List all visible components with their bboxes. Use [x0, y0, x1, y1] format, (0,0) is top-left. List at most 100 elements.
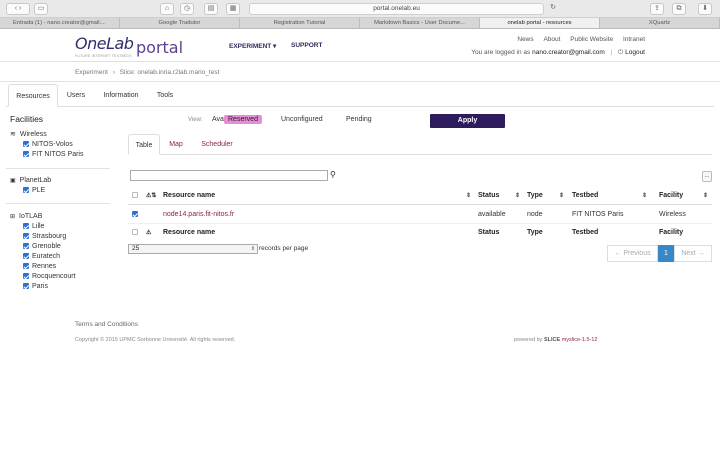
- browser-tab[interactable]: Markdown Basics - User Docume...: [360, 18, 480, 28]
- tab-users[interactable]: Users: [60, 84, 92, 107]
- nav-experiment[interactable]: EXPERIMENT ▾: [229, 42, 276, 50]
- tab-resources[interactable]: Resources: [8, 84, 58, 107]
- facility-item-label: PLE: [32, 186, 46, 194]
- facility-item-label: Euratech: [32, 252, 61, 260]
- records-per-page-select[interactable]: 25 ⇕: [128, 244, 258, 254]
- facility-item-strasbourg[interactable]: Strasbourg: [23, 231, 76, 241]
- user-email[interactable]: nano.creator@gmail.com: [532, 49, 605, 56]
- facility-item-euratech[interactable]: Euratech: [23, 251, 76, 261]
- checkbox-checked[interactable]: [23, 243, 29, 249]
- col-type[interactable]: Type: [527, 187, 543, 205]
- footer-col-type: Type: [527, 229, 543, 236]
- footer-col-testbed: Testbed: [572, 229, 599, 236]
- subtab-table[interactable]: Table: [128, 134, 160, 155]
- sort-icon[interactable]: ⇕: [466, 187, 471, 205]
- facility-item-fit-nitos-paris[interactable]: FIT NITOS Paris: [23, 149, 83, 159]
- checkbox-checked[interactable]: [23, 151, 29, 157]
- search-icon[interactable]: ⚲: [330, 170, 336, 179]
- tabs-overview-icon[interactable]: ⧉: [672, 3, 686, 15]
- browser-tab[interactable]: Registration Tutorial: [240, 18, 360, 28]
- print-icon[interactable]: ▤: [204, 3, 218, 15]
- table-row[interactable]: node14.paris.fit-nitos.fr available node…: [128, 206, 712, 224]
- footer-checkbox: [132, 224, 138, 242]
- col-facility[interactable]: Facility: [659, 187, 683, 205]
- checkbox-checked[interactable]: [23, 273, 29, 279]
- address-bar[interactable]: portal.onelab.eu: [249, 3, 544, 15]
- user-line: You are logged in as nano.creator@gmail.…: [471, 49, 645, 57]
- sort-icon[interactable]: ⇕: [642, 187, 647, 205]
- tab-tools[interactable]: Tools: [150, 84, 180, 107]
- subtab-scheduler[interactable]: Scheduler: [194, 134, 240, 155]
- reload-icon[interactable]: ↻: [548, 3, 558, 15]
- share-icon[interactable]: ⇪: [650, 3, 664, 15]
- top-link-intranet[interactable]: Intranet: [623, 36, 645, 43]
- footer-col-facility: Facility: [659, 229, 684, 236]
- nav-support[interactable]: SUPPORT: [291, 42, 322, 49]
- view-unconfigured[interactable]: Unconfigured: [281, 116, 323, 123]
- table-search-input[interactable]: [130, 170, 328, 181]
- previous-page-button[interactable]: ← Previous: [607, 245, 658, 262]
- copyright: Copyright © 2015 UPMC Sorbonne Universit…: [75, 337, 236, 343]
- apply-button[interactable]: Apply: [430, 114, 505, 128]
- grid-icon[interactable]: ▦: [226, 3, 240, 15]
- column-options-button[interactable]: ...: [702, 171, 712, 182]
- warning-icon: ⚠⇅: [146, 193, 157, 199]
- breadcrumb-divider: [0, 81, 720, 82]
- facility-item-ple[interactable]: PLE: [23, 185, 51, 195]
- facility-item-rennes[interactable]: Rennes: [23, 261, 76, 271]
- checkbox-checked[interactable]: [23, 283, 29, 289]
- sort-icon[interactable]: ⇕: [515, 187, 520, 205]
- facility-item-paris[interactable]: Paris: [23, 281, 76, 291]
- resource-name-link[interactable]: node14.paris.fit-nitos.fr: [163, 206, 234, 224]
- browser-tab[interactable]: Entrada (1) - nano.creator@gmail....: [0, 18, 120, 28]
- checkbox-checked[interactable]: [23, 141, 29, 147]
- history-icon[interactable]: ◷: [180, 3, 194, 15]
- facility-item-nitos-volos[interactable]: NITOS-Volos: [23, 139, 83, 149]
- select-all-checkbox[interactable]: [132, 187, 138, 205]
- browser-toolbar: ‹ › ▭ ⌂ ◷ ▤ ▦ portal.onelab.eu ↻ ⇪ ⧉ ⬇: [0, 0, 720, 18]
- checkbox-checked[interactable]: [23, 233, 29, 239]
- checkbox-checked[interactable]: [23, 187, 29, 193]
- sort-icon[interactable]: ⇕: [559, 187, 564, 205]
- browser-tab-active[interactable]: onelab portal - resources: [480, 18, 600, 28]
- top-link-about[interactable]: About: [543, 36, 560, 43]
- checkbox-checked[interactable]: [23, 253, 29, 259]
- sort-icon[interactable]: ⇕: [703, 187, 708, 205]
- col-testbed[interactable]: Testbed: [572, 187, 598, 205]
- back-forward-buttons[interactable]: ‹ ›: [6, 3, 30, 15]
- myslice-logo[interactable]: SLICE: [544, 337, 560, 343]
- breadcrumb-root[interactable]: Experiment: [75, 69, 108, 76]
- view-pending[interactable]: Pending: [346, 116, 372, 123]
- next-page-button[interactable]: Next →: [674, 245, 712, 262]
- subtab-map[interactable]: Map: [164, 134, 188, 155]
- logout-link[interactable]: Logout: [625, 49, 645, 56]
- onelab-logo[interactable]: OneLab portal FUTURE INTERNET TESTBEDS: [75, 34, 183, 58]
- terms-link[interactable]: Terms and Conditions: [75, 321, 138, 328]
- top-link-public-website[interactable]: Public Website: [570, 36, 613, 43]
- version-link[interactable]: myslice-1.5-12: [562, 337, 598, 343]
- view-reserved[interactable]: Reserved: [224, 115, 262, 124]
- checkbox-checked[interactable]: [23, 263, 29, 269]
- facility-item-rocquencourt[interactable]: Rocquencourt: [23, 271, 76, 281]
- tab-information[interactable]: Information: [96, 84, 146, 107]
- col-resource-name[interactable]: Resource name: [163, 187, 215, 205]
- browser-tab[interactable]: Google Tradutor: [120, 18, 240, 28]
- facility-item-lille[interactable]: Lille: [23, 221, 76, 231]
- browser-tab[interactable]: XQuartz: [600, 18, 720, 28]
- facilities-title: Facilities: [10, 114, 44, 124]
- checkbox-checked[interactable]: [23, 223, 29, 229]
- facility-item-label: NITOS-Volos: [32, 140, 73, 148]
- home-icon[interactable]: ⌂: [160, 3, 174, 15]
- page-1-button[interactable]: 1: [658, 245, 674, 262]
- row-checkbox-checked[interactable]: [132, 206, 138, 224]
- download-icon[interactable]: ⬇: [698, 3, 712, 15]
- planetlab-icon: ▣: [10, 177, 16, 184]
- sidebar-divider: [6, 168, 110, 169]
- col-status[interactable]: Status: [478, 187, 499, 205]
- facility-item-grenoble[interactable]: Grenoble: [23, 241, 76, 251]
- facility-group-wireless: ≋ Wireless NITOS-Volos FIT NITOS Paris: [10, 129, 83, 159]
- sidebar-toggle-icon[interactable]: ▭: [34, 3, 48, 15]
- top-link-news[interactable]: News: [517, 36, 533, 43]
- warning-icon: ⚠: [146, 230, 152, 236]
- header-divider: [0, 61, 720, 62]
